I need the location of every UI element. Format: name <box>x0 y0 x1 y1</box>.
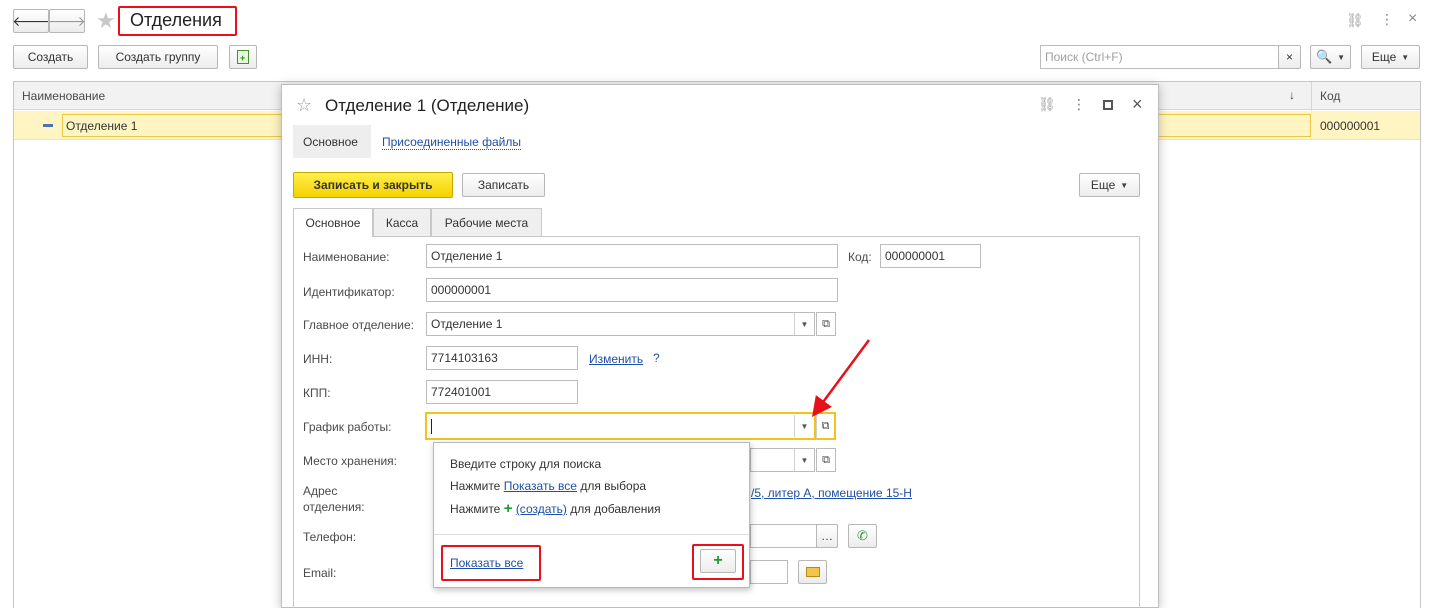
send-email-button[interactable] <box>798 560 827 584</box>
show-all-annotation-frame <box>441 545 541 581</box>
favorite-star-icon[interactable]: ★ <box>96 8 116 34</box>
dialog-more-icon[interactable]: ⋮ <box>1072 96 1086 113</box>
storage-dropdown-button[interactable]: ▼ <box>794 449 814 471</box>
dialog-more-button[interactable]: Еще ▼ <box>1079 173 1140 197</box>
schedule-label: График работы: <box>303 420 392 434</box>
kpp-label: КПП: <box>303 386 331 400</box>
code-input[interactable]: 000000001 <box>880 244 981 268</box>
list-more-button[interactable]: Еще ▼ <box>1361 45 1420 69</box>
dialog-title: Отделение 1 (Отделение) <box>325 96 530 115</box>
sort-arrow-icon: ↓ <box>1289 88 1295 102</box>
address-link[interactable]: /5, литер А, помещение 15-Н <box>751 486 912 500</box>
email-label: Email: <box>303 566 337 580</box>
identifier-label: Идентификатор: <box>303 285 395 299</box>
create-group-button[interactable]: Создать группу <box>98 45 218 69</box>
tab-active-gap <box>294 235 372 237</box>
dropdown-divider <box>434 534 749 535</box>
identifier-input[interactable]: 000000001 <box>426 278 838 302</box>
row-code: 000000001 <box>1320 119 1381 133</box>
more-dots-icon[interactable]: ⋮ <box>1380 11 1394 28</box>
schedule-input[interactable] <box>425 412 816 440</box>
search-icon: 🔍 <box>1315 49 1333 64</box>
kpp-input[interactable]: 772401001 <box>426 380 578 404</box>
inn-change-link[interactable]: Изменить <box>589 352 643 366</box>
phone-label: Телефон: <box>303 530 357 544</box>
phone-call-button[interactable]: ✆ <box>848 524 877 548</box>
dialog-link-icon[interactable]: ⛓ <box>1038 96 1056 113</box>
search-clear-button[interactable]: × <box>1278 45 1301 69</box>
column-header-code[interactable]: Код <box>1320 89 1340 103</box>
add-file-button[interactable]: + <box>229 45 257 69</box>
dialog-close-icon[interactable]: × <box>1132 94 1143 115</box>
parent-department-input[interactable]: Отделение 1 <box>426 312 815 336</box>
search-input[interactable]: Поиск (Ctrl+F) <box>1040 45 1279 69</box>
dropdown-hint-show: Нажмите Показать все для выбора <box>450 479 647 493</box>
inn-label: ИНН: <box>303 352 333 366</box>
dropdown-hint-search: Введите строку для поиска <box>450 457 602 471</box>
row-item-icon <box>43 124 53 127</box>
tab-cash[interactable]: Касса <box>373 208 431 236</box>
save-and-close-button[interactable]: Записать и закрыть <box>293 172 453 198</box>
name-input[interactable]: Отделение 1 <box>426 244 838 268</box>
annotation-arrow <box>812 339 871 418</box>
dropdown-hint-create: Нажмите + (создать) для добавления <box>450 500 661 517</box>
inn-help-icon[interactable]: ? <box>653 351 660 365</box>
row-name: Отделение 1 <box>66 119 138 133</box>
address-label-line2: отделения: <box>303 500 365 514</box>
dropdown-hint-show-link[interactable]: Показать все <box>504 479 577 493</box>
storage-label: Место хранения: <box>303 454 397 468</box>
address-label-line1: Адрес <box>303 484 338 498</box>
storage-open-button[interactable]: ⧉ <box>816 448 836 472</box>
plus-icon: + <box>503 500 513 517</box>
inn-input[interactable]: 7714103163 <box>426 346 578 370</box>
document-plus-icon: + <box>237 50 249 64</box>
link-icon[interactable]: ⛓ <box>1346 12 1364 29</box>
phone-icon: ✆ <box>857 528 868 543</box>
tab-workplaces[interactable]: Рабочие места <box>431 208 542 236</box>
phone-select-button[interactable]: … <box>816 524 838 548</box>
forward-button[interactable]: 🡒 <box>48 9 86 33</box>
title-annotation-frame <box>118 6 237 36</box>
arrow-left-icon: 🡐 <box>12 12 50 29</box>
nav-main-label: Основное <box>303 135 358 149</box>
back-button[interactable]: 🡐 <box>12 9 50 33</box>
parent-department-label: Главное отделение: <box>303 318 414 332</box>
nav-attached-files[interactable]: Присоединенные файлы <box>382 135 521 150</box>
name-label: Наименование: <box>303 250 390 264</box>
dialog-maximize-icon[interactable] <box>1103 100 1113 110</box>
envelope-icon <box>805 567 820 577</box>
code-label: Код: <box>848 250 872 264</box>
search-button[interactable]: 🔍 ▼ <box>1310 45 1351 69</box>
text-cursor <box>431 418 432 434</box>
save-button[interactable]: Записать <box>462 173 545 197</box>
email-input[interactable] <box>750 560 788 584</box>
close-icon[interactable]: × <box>1408 10 1417 28</box>
dropdown-hint-create-link[interactable]: (создать) <box>516 502 567 516</box>
phone-input[interactable] <box>750 524 817 548</box>
create-annotation-frame <box>692 544 744 580</box>
arrow-right-icon: 🡒 <box>48 12 86 29</box>
column-header-name[interactable]: Наименование <box>22 89 105 103</box>
create-button[interactable]: Создать <box>13 45 88 69</box>
tab-main[interactable]: Основное <box>293 208 373 237</box>
dialog-star-icon[interactable]: ☆ <box>296 95 312 116</box>
